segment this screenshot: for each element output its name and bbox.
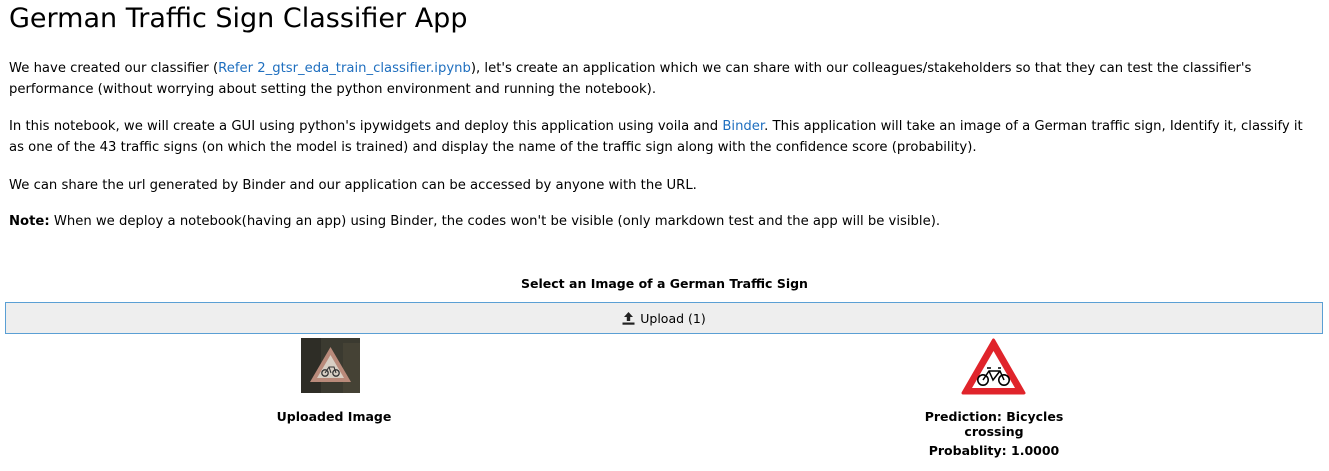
intro-paragraph-3: We can share the url generated by Binder… [9, 178, 697, 193]
uploaded-image [301, 338, 360, 393]
page-title: German Traffic Sign Classifier App [9, 3, 468, 34]
binder-link[interactable]: Binder [722, 119, 764, 134]
upload-label: Upload (1) [640, 310, 706, 326]
upload-icon [622, 311, 635, 325]
select-image-label: Select an Image of a German Traffic Sign [521, 276, 808, 291]
notebook-page: German Traffic Sign Classifier App We ha… [0, 0, 1329, 471]
intro-paragraph-2: In this notebook, we will create a GUI u… [9, 116, 1309, 158]
upload-button[interactable]: Upload (1) [5, 302, 1323, 334]
probability-caption: Probablity: 1.0000 [928, 443, 1060, 458]
note-label: Note: [9, 214, 50, 229]
intro-paragraph-1: We have created our classifier (Refer 2_… [9, 58, 1309, 100]
note-text: When we deploy a notebook(having an app)… [49, 214, 941, 229]
uploaded-image-caption: Uploaded Image [276, 409, 392, 424]
prediction-caption: Prediction: Bicycles crossing [924, 409, 1064, 439]
intro-text: We have created our classifier ( [9, 61, 219, 76]
predicted-sign-image [960, 337, 1027, 397]
classifier-notebook-link[interactable]: Refer 2_gtsr_eda_train_classifier.ipynb [218, 61, 471, 76]
intro-text: In this notebook, we will create a GUI u… [9, 119, 723, 134]
note-paragraph: Note: When we deploy a notebook(having a… [9, 211, 1309, 232]
